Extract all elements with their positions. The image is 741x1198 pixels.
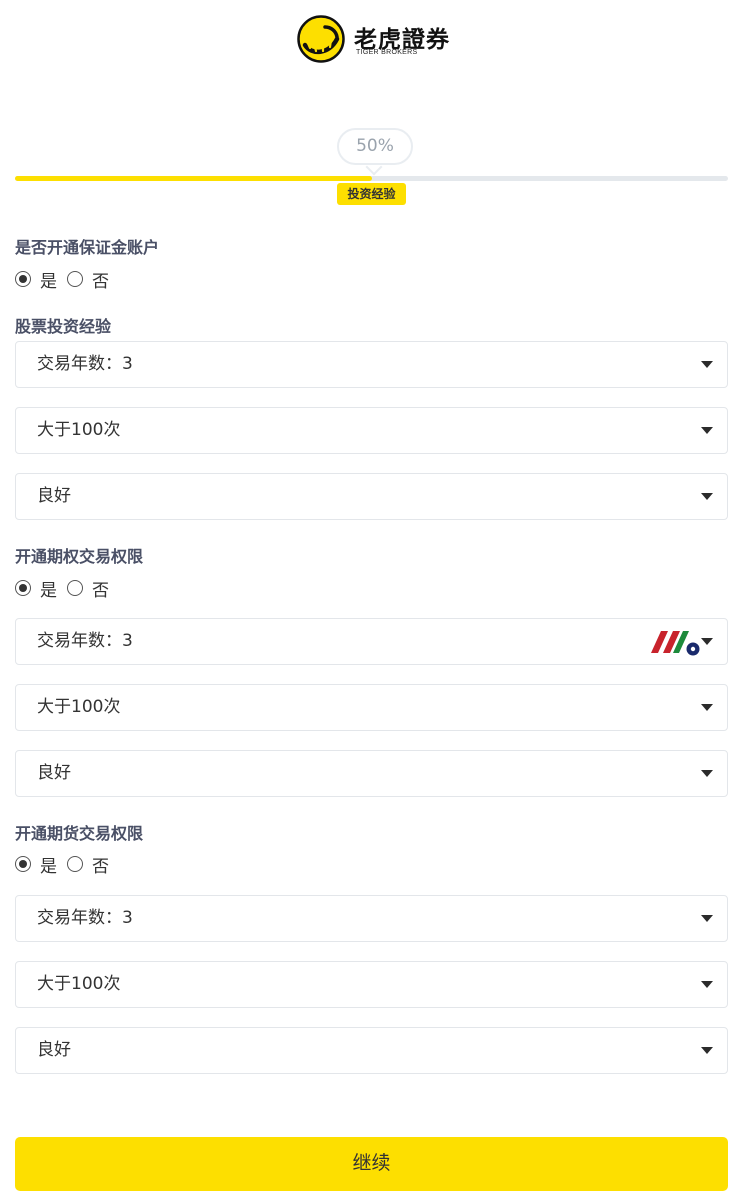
radio-icon[interactable]: [67, 271, 83, 287]
select-value: 良好: [37, 1040, 71, 1060]
radio-label: 是: [40, 580, 57, 601]
futures-permission-title: 开通期货交易权限: [15, 824, 144, 843]
select-value: 交易年数：3: [37, 631, 133, 651]
select-value: 交易年数：3: [37, 354, 133, 374]
futures-years-select[interactable]: 交易年数：3: [15, 895, 728, 942]
caret-down-icon: [701, 493, 713, 500]
stock-experience-title: 股票投资经验: [15, 317, 112, 336]
caret-down-icon: [701, 770, 713, 777]
futures-permission-radio-group: 是 否: [15, 852, 119, 877]
caret-down-icon: [701, 361, 713, 368]
select-value: 良好: [37, 486, 71, 506]
options-permission-yes[interactable]: 是: [15, 576, 57, 601]
header: 老虎證券 TIGER BROKERS: [0, 12, 741, 66]
futures-permission-no[interactable]: 否: [67, 852, 109, 877]
stock-years-select[interactable]: 交易年数：3: [15, 341, 728, 388]
progress-track: [15, 176, 728, 181]
options-permission-no[interactable]: 否: [67, 576, 109, 601]
progress-indicator: 50% 投资经验: [15, 125, 728, 210]
radio-label: 否: [92, 580, 109, 601]
margin-account-no[interactable]: 否: [67, 267, 109, 292]
caret-down-icon: [701, 1047, 713, 1054]
radio-icon[interactable]: [67, 856, 83, 872]
select-value: 大于100次: [37, 697, 121, 717]
caret-down-icon: [701, 915, 713, 922]
progress-stage-label: 投资经验: [337, 183, 406, 205]
margin-account-radio-group: 是 否: [15, 267, 119, 292]
caret-down-icon: [701, 981, 713, 988]
brand-name-en: TIGER BROKERS: [356, 49, 418, 56]
options-permission-radio-group: 是 否: [15, 576, 119, 601]
futures-knowledge-select[interactable]: 良好: [15, 1027, 728, 1074]
radio-label: 是: [40, 271, 57, 292]
radio-icon[interactable]: [15, 580, 31, 596]
radio-label: 否: [92, 271, 109, 292]
margin-account-yes[interactable]: 是: [15, 267, 57, 292]
options-knowledge-select[interactable]: 良好: [15, 750, 728, 797]
select-value: 大于100次: [37, 974, 121, 994]
continue-button[interactable]: 继续: [15, 1137, 728, 1191]
options-years-select[interactable]: 交易年数：3: [15, 618, 728, 665]
radio-icon[interactable]: [15, 856, 31, 872]
tiger-logo-icon: [297, 15, 345, 63]
watermark-logo-icon: [651, 631, 700, 656]
stock-knowledge-select[interactable]: 良好: [15, 473, 728, 520]
options-frequency-select[interactable]: 大于100次: [15, 684, 728, 731]
stock-frequency-select[interactable]: 大于100次: [15, 407, 728, 454]
futures-permission-yes[interactable]: 是: [15, 852, 57, 877]
progress-fill: [15, 176, 372, 181]
options-permission-title: 开通期权交易权限: [15, 547, 144, 566]
radio-icon[interactable]: [67, 580, 83, 596]
margin-account-title: 是否开通保证金账户: [15, 238, 160, 257]
caret-down-icon: [701, 427, 713, 434]
select-value: 大于100次: [37, 420, 121, 440]
progress-percent: 50%: [337, 128, 413, 165]
futures-frequency-select[interactable]: 大于100次: [15, 961, 728, 1008]
radio-label: 否: [92, 856, 109, 877]
caret-down-icon: [701, 704, 713, 711]
caret-down-icon: [701, 638, 713, 645]
radio-icon[interactable]: [15, 271, 31, 287]
radio-label: 是: [40, 856, 57, 877]
select-value: 交易年数：3: [37, 908, 133, 928]
select-value: 良好: [37, 763, 71, 783]
